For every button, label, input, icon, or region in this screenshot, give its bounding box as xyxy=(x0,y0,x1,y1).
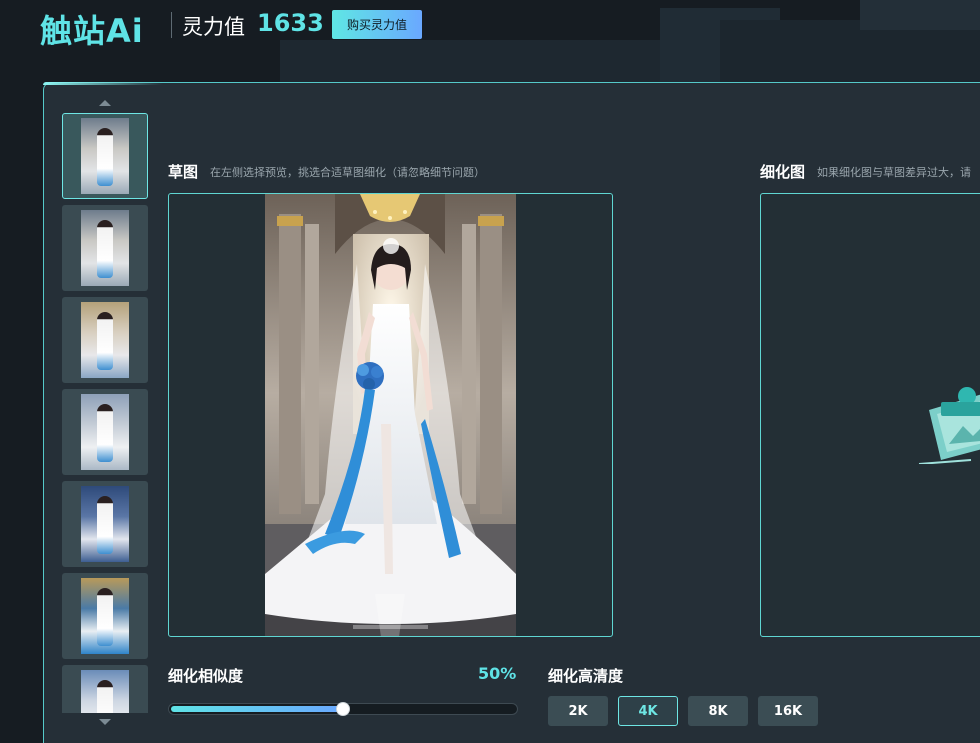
thumbnail-item[interactable] xyxy=(62,665,148,713)
thumbnail-image xyxy=(81,302,129,378)
similarity-label: 细化相似度 xyxy=(168,667,244,685)
power-value: 1633 xyxy=(257,9,324,37)
resolution-label: 细化高清度 xyxy=(548,667,624,685)
buy-power-button[interactable]: 购买灵力值 xyxy=(332,10,422,39)
refine-hint: 如果细化图与草图差异过大，请 xyxy=(817,166,971,179)
similarity-value: 50% xyxy=(478,664,517,683)
thumbnail-item[interactable] xyxy=(62,113,148,199)
draft-preview[interactable] xyxy=(168,193,613,637)
thumbnail-image xyxy=(81,210,129,286)
resolution-8k-button[interactable]: 8K xyxy=(688,696,748,726)
empty-image-icon xyxy=(918,387,980,464)
thumbnail-image xyxy=(81,578,129,654)
thumbnail-image xyxy=(81,670,129,713)
power-label: 灵力值 xyxy=(182,15,245,39)
thumbnail-item[interactable] xyxy=(62,481,148,567)
panel-corner-glow xyxy=(43,82,163,85)
thumbnail-image xyxy=(81,118,129,194)
draft-hint: 在左侧选择预览，挑选合适草图细化（请忽略细节问题） xyxy=(210,166,485,179)
resolution-4k-button[interactable]: 4K xyxy=(618,696,678,726)
thumbnail-list xyxy=(62,113,148,713)
refine-preview xyxy=(760,193,980,637)
draft-title: 草图 xyxy=(168,163,199,181)
similarity-slider-fill xyxy=(171,706,344,712)
draft-image xyxy=(265,194,516,636)
thumbnail-item[interactable] xyxy=(62,205,148,291)
similarity-slider-handle[interactable] xyxy=(336,702,350,716)
header-divider xyxy=(171,12,172,38)
app-logo[interactable]: 触站Ai xyxy=(40,6,144,52)
thumbnail-item[interactable] xyxy=(62,573,148,659)
resolution-2k-button[interactable]: 2K xyxy=(548,696,608,726)
top-header: 触站Ai 灵力值 1633 购买灵力值 xyxy=(0,0,980,60)
thumbnail-scroll-up-icon[interactable] xyxy=(99,100,111,106)
resolution-16k-button[interactable]: 16K xyxy=(758,696,818,726)
thumbnail-scroll-down-icon[interactable] xyxy=(99,719,111,725)
refine-title: 细化图 xyxy=(760,163,806,181)
thumbnail-item[interactable] xyxy=(62,297,148,383)
thumbnail-image xyxy=(81,394,129,470)
thumbnail-item[interactable] xyxy=(62,389,148,475)
thumbnail-image xyxy=(81,486,129,562)
